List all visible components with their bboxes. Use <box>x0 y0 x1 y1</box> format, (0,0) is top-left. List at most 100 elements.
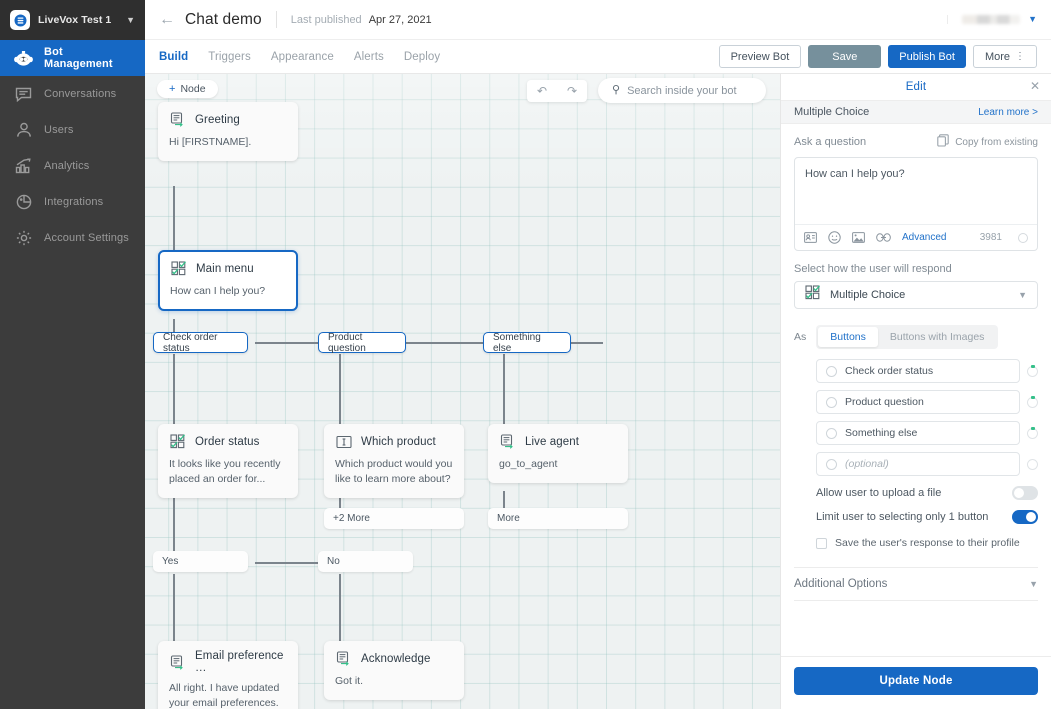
node-header: Which product <box>335 433 453 450</box>
response-type-select[interactable]: Multiple Choice ▼ <box>794 281 1038 309</box>
flow-chip-no[interactable]: No <box>318 551 413 572</box>
node-body: It looks like you recently placed an ord… <box>169 458 281 485</box>
save-button[interactable]: Save <box>808 45 882 68</box>
tab-deploy[interactable]: Deploy <box>404 51 440 63</box>
option-connector-handle-3[interactable] <box>1027 427 1038 439</box>
app-root: LiveVox Test 1 ▼ Bot Management Conversa… <box>0 0 1051 709</box>
sidebar-item-account-settings[interactable]: Account Settings <box>0 220 145 256</box>
sidebar-item-conversations[interactable]: Conversations <box>0 76 145 112</box>
upload-file-toggle[interactable] <box>1012 486 1038 500</box>
edge-yes-emailpref <box>173 574 175 649</box>
contact-card-icon[interactable] <box>804 232 817 243</box>
sidebar-item-analytics[interactable]: Analytics <box>0 148 145 184</box>
edit-panel: Edit ✕ Multiple Choice Learn more > Ask … <box>780 74 1051 709</box>
option-input-2[interactable]: Product question <box>816 390 1020 414</box>
option-connector-handle-1[interactable] <box>1027 365 1038 377</box>
search-icon: ⚲ <box>612 84 621 96</box>
button-style-segmented: Buttons Buttons with Images <box>816 325 999 349</box>
option-input-4[interactable]: (optional) <box>816 452 1020 476</box>
flow-node-which-product[interactable]: Which product Which product would you li… <box>324 424 464 498</box>
edit-panel-footer: Update Node <box>781 656 1051 709</box>
learn-more-link[interactable]: Learn more > <box>978 107 1038 118</box>
flow-node-acknowledge[interactable]: Acknowledge Got it. <box>324 641 464 700</box>
option-input-1[interactable]: Check order status <box>816 359 1020 383</box>
advanced-link[interactable]: Advanced <box>902 232 946 243</box>
option-connector-handle-2[interactable] <box>1027 396 1038 408</box>
user-menu[interactable]: ▼ <box>947 15 1037 24</box>
node-body: Which product would you like to learn mo… <box>335 458 453 485</box>
option-row: Product question <box>794 390 1038 414</box>
sidebar-item-integrations[interactable]: Integrations <box>0 184 145 220</box>
flow-chip-yes[interactable]: Yes <box>153 551 248 572</box>
option-row: Check order status <box>794 359 1038 383</box>
kebab-icon: ⋮ <box>1015 50 1025 62</box>
node-header: Main menu <box>170 260 286 277</box>
radio-icon <box>826 396 837 408</box>
flow-node-order-status[interactable]: Order status It looks like you recently … <box>158 424 298 498</box>
flow-node-email-preference[interactable]: Email preference … All right. I have upd… <box>158 641 298 709</box>
flow-chip-check-order-status[interactable]: Check order status <box>153 332 248 354</box>
additional-options-accordion[interactable]: Additional Options ▼ <box>794 567 1038 601</box>
edit-panel-body: Ask a question Copy from existing How ca… <box>781 124 1051 656</box>
limit-selection-toggle[interactable] <box>1012 510 1038 524</box>
flow-node-greeting[interactable]: Greeting Hi [FIRSTNAME]. <box>158 102 298 161</box>
tab-triggers[interactable]: Triggers <box>208 51 251 63</box>
flow-node-live-agent[interactable]: Live agent go_to_agent <box>488 424 628 483</box>
node-header: Greeting <box>169 111 287 128</box>
node-title: Order status <box>195 435 260 448</box>
redo-icon[interactable]: ↷ <box>567 85 577 97</box>
flow-node-main-menu[interactable]: Main menu How can I help you? <box>158 250 298 311</box>
option-input-3[interactable]: Something else <box>816 421 1020 445</box>
flow-chip-something-else[interactable]: Something else <box>483 332 571 354</box>
additional-options-label: Additional Options <box>794 578 888 590</box>
toggle-knob <box>1014 488 1024 498</box>
edge-no-acknowledge <box>339 574 341 649</box>
option-text: Product question <box>845 396 924 408</box>
message-send-icon <box>169 654 186 671</box>
chevron-down-icon: ▼ <box>126 14 135 25</box>
divider <box>275 11 277 28</box>
save-profile-label: Save the user's response to their profil… <box>835 537 1020 549</box>
sidebar-item-users[interactable]: Users <box>0 112 145 148</box>
chip-label: +2 More <box>333 513 370 524</box>
add-node-label: Node <box>180 83 206 95</box>
checkbox-icon[interactable] <box>816 537 827 549</box>
upload-toggle-row: Allow user to upload a file <box>794 486 1038 500</box>
preview-bot-button[interactable]: Preview Bot <box>718 45 802 68</box>
tab-alerts[interactable]: Alerts <box>354 51 384 63</box>
more-button[interactable]: More ⋮ <box>972 45 1037 68</box>
limit-toggle-row: Limit user to selecting only 1 button <box>794 510 1038 524</box>
search-input[interactable] <box>627 84 752 97</box>
question-textarea[interactable]: How can I help you? <box>795 158 1037 224</box>
puzzle-circle-icon <box>14 193 33 212</box>
flow-chip-product-question[interactable]: Product question <box>318 332 406 354</box>
seg-buttons-with-images[interactable]: Buttons with Images <box>878 327 997 347</box>
chat-bubble-icon <box>14 85 33 104</box>
option-text: Something else <box>845 427 918 439</box>
update-node-button[interactable]: Update Node <box>794 667 1038 695</box>
close-icon[interactable]: ✕ <box>1030 80 1040 92</box>
canvas-search[interactable]: ⚲ <box>598 78 766 103</box>
seg-buttons[interactable]: Buttons <box>818 327 878 347</box>
tab-appearance[interactable]: Appearance <box>271 51 334 63</box>
flow-chip-more[interactable]: More <box>488 508 628 529</box>
edit-panel-header: Edit ✕ <box>781 74 1051 100</box>
add-node-button[interactable]: + Node <box>157 80 218 98</box>
sidebar-item-label: Bot Management <box>44 46 113 70</box>
emoji-icon[interactable] <box>828 231 841 244</box>
image-icon[interactable] <box>852 232 865 243</box>
flow-chip-plus-2-more[interactable]: +2 More <box>324 508 464 529</box>
tab-build[interactable]: Build <box>159 51 188 63</box>
publish-bot-button[interactable]: Publish Bot <box>888 45 966 68</box>
option-connector-handle-4[interactable] <box>1027 458 1038 470</box>
save-profile-row[interactable]: Save the user's response to their profil… <box>794 537 1038 549</box>
edge-chip3-liveagent <box>503 354 505 424</box>
undo-icon[interactable]: ↶ <box>537 85 547 97</box>
account-switcher[interactable]: LiveVox Test 1 ▼ <box>0 0 145 40</box>
node-body: go_to_agent <box>499 458 558 470</box>
link-icon[interactable] <box>876 233 891 242</box>
sidebar-item-bot-management[interactable]: Bot Management <box>0 40 145 76</box>
copy-from-existing-button[interactable]: Copy from existing <box>937 134 1038 150</box>
back-arrow-icon[interactable]: ← <box>159 11 175 28</box>
flow-canvas[interactable]: + Node ↶ ↷ ⚲ Search inside your bot Gree… <box>145 74 780 709</box>
